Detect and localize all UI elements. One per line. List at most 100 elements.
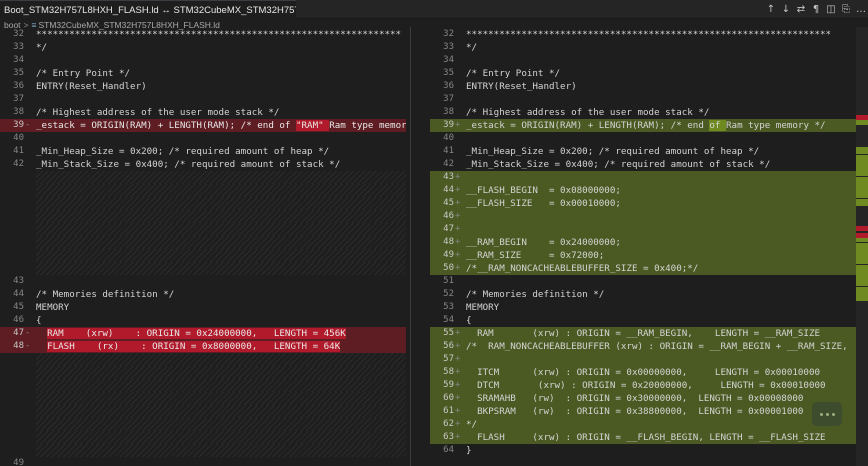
code-line[interactable]: 49 + __RAM_SIZE = 0x72000; [430, 249, 856, 262]
swap-icon[interactable]: ⇄ [796, 4, 806, 15]
code-text[interactable]: __RAM_SIZE = 0x72000; [466, 249, 856, 262]
code-text[interactable]: _Min_Stack_Size = 0x400; /* required amo… [466, 158, 856, 171]
diff-pane-original[interactable]: 32 **************************************… [0, 27, 406, 466]
code-line[interactable]: 41 _Min_Heap_Size = 0x200; /* required am… [430, 145, 856, 158]
code-text[interactable]: ENTRY(Reset_Handler) [466, 80, 856, 93]
code-text[interactable]: __FLASH_SIZE = 0x00010000; [466, 197, 856, 210]
code-line[interactable]: 41 _Min_Heap_Size = 0x200; /* required am… [0, 145, 406, 158]
code-line[interactable]: 40 [0, 132, 406, 145]
code-text[interactable]: } [466, 444, 856, 457]
code-text[interactable]: /*__RAM_NONCACHEABLEBUFFER_SIZE = 0x400;… [466, 262, 856, 275]
overview-ruler[interactable] [856, 27, 868, 466]
code-text[interactable]: { [466, 314, 856, 327]
code-text[interactable]: ****************************************… [36, 28, 406, 41]
code-line[interactable]: 35 /* Entry Point */ [0, 67, 406, 80]
code-text[interactable]: /* Entry Point */ [466, 67, 856, 80]
code-text[interactable]: /* Entry Point */ [36, 67, 406, 80]
code-line[interactable]: 55 + RAM (xrw) : ORIGIN = __RAM_BEGIN, LE… [430, 327, 856, 340]
code-line[interactable]: 48 + __RAM_BEGIN = 0x24000000; [430, 236, 856, 249]
code-text[interactable]: RAM (xrw) : ORIGIN = __RAM_BEGIN, LENGTH… [466, 327, 856, 340]
code-line[interactable]: 56 + /* RAM_NONCACHEABLEBUFFER (xrw) : ORI… [430, 340, 856, 353]
code-text[interactable]: FLASH (xrw) : ORIGIN = __FLASH_BEGIN, LE… [466, 431, 856, 444]
code-text[interactable]: ENTRY(Reset_Handler) [36, 80, 406, 93]
code-text[interactable]: /* Highest address of the user mode stac… [36, 106, 406, 119]
code-text[interactable]: RAM (xrw) : ORIGIN = 0x24000000, LENGTH … [36, 327, 406, 340]
code-line[interactable]: 38 /* Highest address of the user mode st… [0, 106, 406, 119]
code-line[interactable]: 33 */ [430, 41, 856, 54]
code-line[interactable]: 36 ENTRY(Reset_Handler) [0, 80, 406, 93]
code-text[interactable]: FLASH (rx) : ORIGIN = 0x8000000, LENGTH … [36, 340, 406, 353]
code-line[interactable]: 54 { [430, 314, 856, 327]
code-text[interactable]: _Min_Stack_Size = 0x400; /* required amo… [36, 158, 406, 171]
code-line[interactable]: 33 */ [0, 41, 406, 54]
code-line[interactable]: 49 [0, 457, 406, 466]
code-line[interactable]: 62 + */ [430, 418, 856, 431]
code-line[interactable]: 43 + [430, 171, 856, 184]
code-line[interactable]: 51 [430, 275, 856, 288]
code-text[interactable]: SRAMAHB (rw) : ORIGIN = 0x30000000, LENG… [466, 392, 856, 405]
code-text[interactable]: __FLASH_BEGIN = 0x08000000; [466, 184, 856, 197]
code-line[interactable]: 53 MEMORY [430, 301, 856, 314]
code-line[interactable]: 57 + [430, 353, 856, 366]
code-text[interactable]: ****************************************… [466, 28, 856, 41]
code-text[interactable]: /* Memories definition */ [36, 288, 406, 301]
code-text[interactable]: /* RAM_NONCACHEABLEBUFFER (xrw) : ORIGIN… [466, 340, 856, 353]
code-text[interactable]: __RAM_BEGIN = 0x24000000; [466, 236, 856, 249]
code-line[interactable]: 36 ENTRY(Reset_Handler) [430, 80, 856, 93]
code-text[interactable]: _Min_Heap_Size = 0x200; /* required amou… [36, 145, 406, 158]
diff-pane-modified[interactable]: 32 **************************************… [430, 27, 856, 466]
code-line[interactable]: 37 [430, 93, 856, 106]
code-text[interactable]: _Min_Heap_Size = 0x200; /* required amou… [466, 145, 856, 158]
code-line[interactable]: 47 + [430, 223, 856, 236]
paragraph-icon[interactable]: ¶ [811, 4, 821, 15]
code-line[interactable]: 42 _Min_Stack_Size = 0x400; /* required a… [430, 158, 856, 171]
code-line[interactable]: 34 [0, 54, 406, 67]
code-line[interactable]: 64} [430, 444, 856, 457]
code-text[interactable]: MEMORY [36, 301, 406, 314]
code-line[interactable]: 32 **************************************… [430, 28, 856, 41]
code-line[interactable]: 61 + BKPSRAM (rw) : ORIGIN = 0x38800000, … [430, 405, 856, 418]
code-text[interactable]: /* Memories definition */ [466, 288, 856, 301]
code-line[interactable]: 38 /* Highest address of the user mode st… [430, 106, 856, 119]
code-line[interactable]: 60 + SRAMAHB (rw) : ORIGIN = 0x30000000, … [430, 392, 856, 405]
code-line[interactable]: 32 **************************************… [0, 28, 406, 41]
code-line[interactable]: 42 _Min_Stack_Size = 0x400; /* required a… [0, 158, 406, 171]
code-line[interactable]: 45 MEMORY [0, 301, 406, 314]
code-text[interactable]: /* Highest address of the user mode stac… [466, 106, 856, 119]
code-text[interactable]: */ [36, 41, 406, 54]
more-icon[interactable]: … [856, 4, 866, 15]
code-text[interactable]: DTCM (xrw) : ORIGIN = 0x20000000, LENGTH… [466, 379, 856, 392]
open-changes-icon[interactable]: ⎘ [841, 4, 851, 15]
code-text[interactable]: */ [466, 41, 856, 54]
code-text[interactable]: ITCM (xrw) : ORIGIN = 0x00000000, LENGTH… [466, 366, 856, 379]
code-text[interactable]: MEMORY [466, 301, 856, 314]
code-line[interactable]: 39- _estack = ORIGIN(RAM) + LENGTH(RAM); … [0, 119, 406, 132]
left-scrollbar[interactable] [414, 27, 426, 466]
code-line[interactable]: 47- RAM (xrw) : ORIGIN = 0x24000000, LEN… [0, 327, 406, 340]
code-line[interactable]: 46 + [430, 210, 856, 223]
code-line[interactable]: 40 [430, 132, 856, 145]
code-text[interactable]: _estack = ORIGIN(RAM) + LENGTH(RAM); /* … [466, 119, 856, 132]
code-text[interactable]: { [36, 314, 406, 327]
code-line[interactable]: 44 /* Memories definition */ [0, 288, 406, 301]
chat-icon[interactable] [812, 402, 842, 426]
code-line[interactable]: 37 [0, 93, 406, 106]
code-text[interactable]: _estack = ORIGIN(RAM) + LENGTH(RAM); /* … [36, 119, 406, 132]
code-line[interactable]: 58 + ITCM (xrw) : ORIGIN = 0x00000000, LE… [430, 366, 856, 379]
code-line[interactable]: 46 { [0, 314, 406, 327]
code-line[interactable]: 59 + DTCM (xrw) : ORIGIN = 0x20000000, LE… [430, 379, 856, 392]
code-line[interactable]: 39 + _estack = ORIGIN(RAM) + LENGTH(RAM); … [430, 119, 856, 132]
arrow-down-icon[interactable]: ↓ [781, 4, 791, 15]
code-line[interactable]: 34 [430, 54, 856, 67]
pane-divider[interactable] [410, 27, 411, 466]
code-line[interactable]: 35 /* Entry Point */ [430, 67, 856, 80]
arrow-up-icon[interactable]: ↑ [766, 4, 776, 15]
code-line[interactable]: 50 + /*__RAM_NONCACHEABLEBUFFER_SIZE = 0x4… [430, 262, 856, 275]
code-text[interactable]: */ [466, 418, 856, 431]
code-line[interactable]: 44 + __FLASH_BEGIN = 0x08000000; [430, 184, 856, 197]
code-text[interactable]: BKPSRAM (rw) : ORIGIN = 0x38800000, LENG… [466, 405, 856, 418]
tab-diff-editor[interactable]: Boot_STM32H757L8HXH_FLASH.ld ↔ STM32Cube… [0, 0, 296, 19]
split-icon[interactable]: ◫ [826, 4, 836, 15]
code-line[interactable]: 63 + FLASH (xrw) : ORIGIN = __FLASH_BEGIN… [430, 431, 856, 444]
code-line[interactable]: 52 /* Memories definition */ [430, 288, 856, 301]
